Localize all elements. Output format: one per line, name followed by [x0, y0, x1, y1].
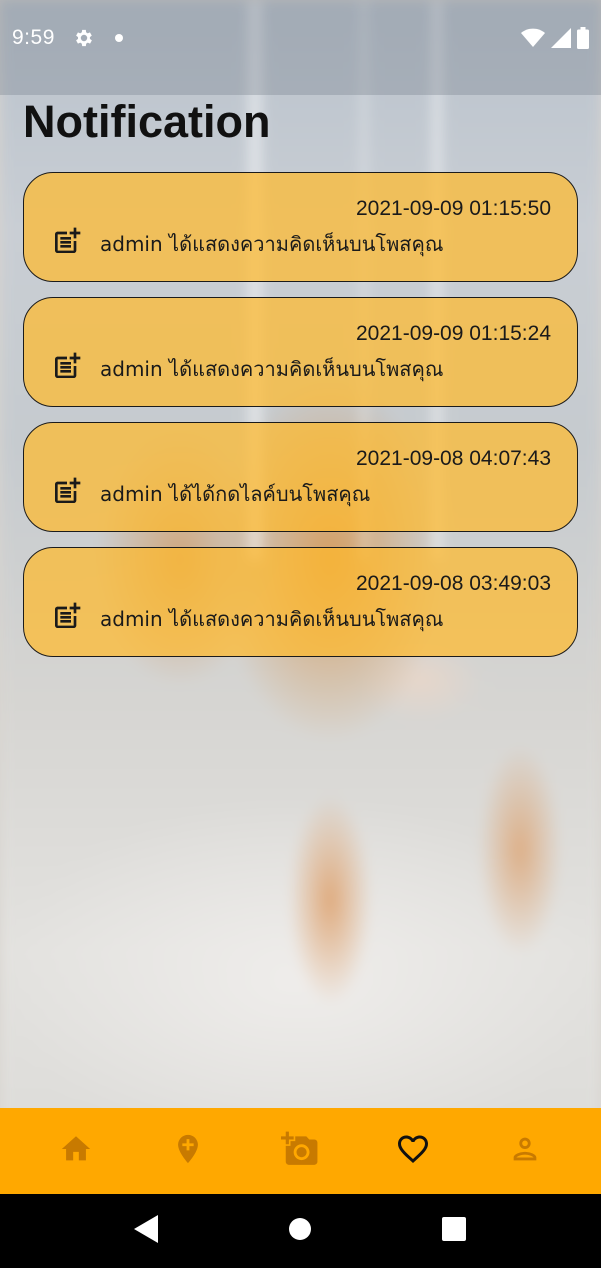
back-button[interactable] — [127, 1211, 167, 1251]
person-icon — [508, 1132, 542, 1170]
notification-timestamp: 2021-09-08 04:07:43 — [356, 447, 551, 470]
notification-card[interactable]: 2021-09-09 01:15:24 admin ได้แสดงความคิด… — [23, 297, 578, 407]
notification-timestamp: 2021-09-08 03:49:03 — [356, 572, 551, 595]
add-photo-icon — [281, 1130, 319, 1172]
home-icon — [59, 1132, 93, 1170]
nav-add-location[interactable] — [158, 1121, 218, 1181]
cell-signal-icon — [551, 28, 571, 52]
status-time: 9:59 — [12, 26, 55, 49]
notification-message: admin ได้แสดงความคิดเห็นบนโพสคุณ — [100, 357, 444, 381]
status-bar: 9:59 — [0, 0, 601, 95]
page-title: Notification — [23, 96, 271, 147]
battery-icon — [577, 27, 589, 53]
notification-message: admin ได้แสดงความคิดเห็นบนโพสคุณ — [100, 607, 444, 631]
nav-home[interactable] — [46, 1121, 106, 1181]
notification-timestamp: 2021-09-09 01:15:24 — [356, 322, 551, 345]
favorite-icon — [395, 1131, 431, 1171]
bottom-navigation — [0, 1108, 601, 1194]
notification-message: admin ได้แสดงความคิดเห็นบนโพสคุณ — [100, 232, 444, 256]
post-add-icon — [51, 475, 83, 507]
nav-favorites[interactable] — [383, 1121, 443, 1181]
recents-button[interactable] — [434, 1211, 474, 1251]
notification-card[interactable]: 2021-09-08 03:49:03 admin ได้แสดงความคิด… — [23, 547, 578, 657]
post-add-icon — [51, 350, 83, 382]
settings-gear-icon — [73, 27, 95, 53]
post-add-icon — [51, 600, 83, 632]
back-triangle-icon — [133, 1215, 160, 1247]
notification-dot-icon — [114, 34, 123, 42]
notification-card[interactable]: 2021-09-09 01:15:50 admin ได้แสดงความคิด… — [23, 172, 578, 282]
add-location-icon — [171, 1132, 205, 1170]
notification-message: admin ได้ได้กดไลค์บนโพสคุณ — [100, 482, 371, 506]
nav-profile[interactable] — [495, 1121, 555, 1181]
nav-add-photo[interactable] — [270, 1121, 330, 1181]
notification-card[interactable]: 2021-09-08 04:07:43 admin ได้ได้กดไลค์บน… — [23, 422, 578, 532]
wifi-icon — [521, 28, 545, 52]
post-add-icon — [51, 225, 83, 257]
recents-square-icon — [442, 1217, 467, 1245]
home-button[interactable] — [280, 1211, 320, 1251]
home-circle-icon — [288, 1217, 312, 1245]
notification-timestamp: 2021-09-09 01:15:50 — [356, 197, 551, 220]
system-navigation-bar — [0, 1194, 601, 1268]
notification-list: 2021-09-09 01:15:50 admin ได้แสดงความคิด… — [23, 172, 578, 672]
